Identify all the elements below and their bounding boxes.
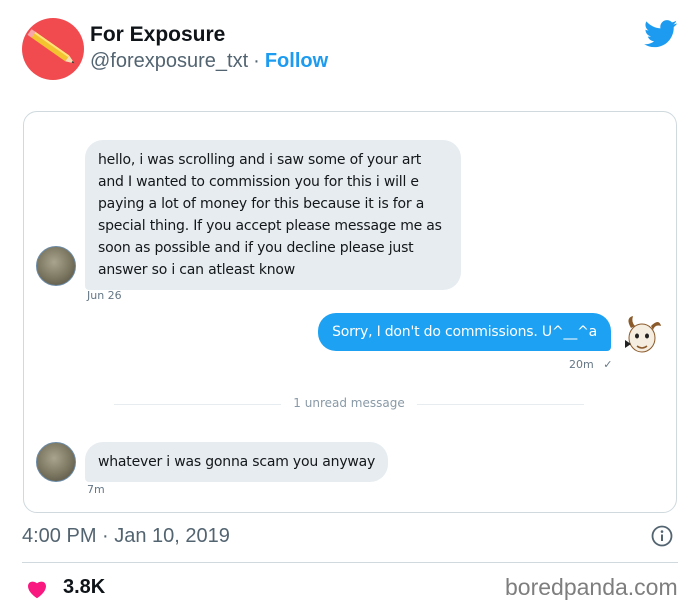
like-count[interactable]: 3.8K (63, 576, 105, 599)
pencil-icon (27, 29, 75, 64)
author-handle[interactable]: @forexposure_txt (90, 50, 248, 72)
author-avatar[interactable] (22, 18, 84, 80)
dm-screenshot: hello, i was scrolling and i saw some of… (23, 111, 677, 513)
message-time: Jun 26 (87, 289, 122, 302)
unread-divider: 1 unread message (114, 396, 584, 412)
sender-avatar (36, 246, 76, 286)
message-time: 20m (569, 358, 594, 371)
dm-message-incoming: hello, i was scrolling and i saw some of… (85, 140, 461, 290)
follow-button[interactable]: Follow (265, 50, 328, 72)
message-time-status: 20m ✓ (569, 358, 612, 371)
twitter-bird-icon[interactable] (644, 20, 678, 48)
author-name[interactable]: For Exposure (90, 23, 225, 47)
author-handle-line: @forexposure_txt · Follow (90, 50, 328, 73)
sender-avatar (36, 442, 76, 482)
heart-icon[interactable] (25, 577, 49, 599)
tweet-card: For Exposure @forexposure_txt · Follow hel… (0, 0, 700, 615)
read-check-icon: ✓ (603, 358, 613, 371)
unread-label: 1 unread message (281, 396, 417, 410)
message-time: 7m (87, 483, 105, 496)
dm-message-incoming: whatever i was gonna scam you anyway (85, 442, 389, 482)
dm-message-outgoing: Sorry, I don't do commissions. U^__^a (318, 313, 611, 351)
info-icon[interactable] (651, 525, 673, 547)
tweet-timestamp[interactable]: 4:00 PM · Jan 10, 2019 (22, 525, 230, 548)
boredpanda-watermark: boredpanda.com (505, 574, 678, 600)
separator-dot: · (253, 50, 260, 72)
goat-avatar (625, 316, 661, 353)
divider (22, 562, 678, 563)
